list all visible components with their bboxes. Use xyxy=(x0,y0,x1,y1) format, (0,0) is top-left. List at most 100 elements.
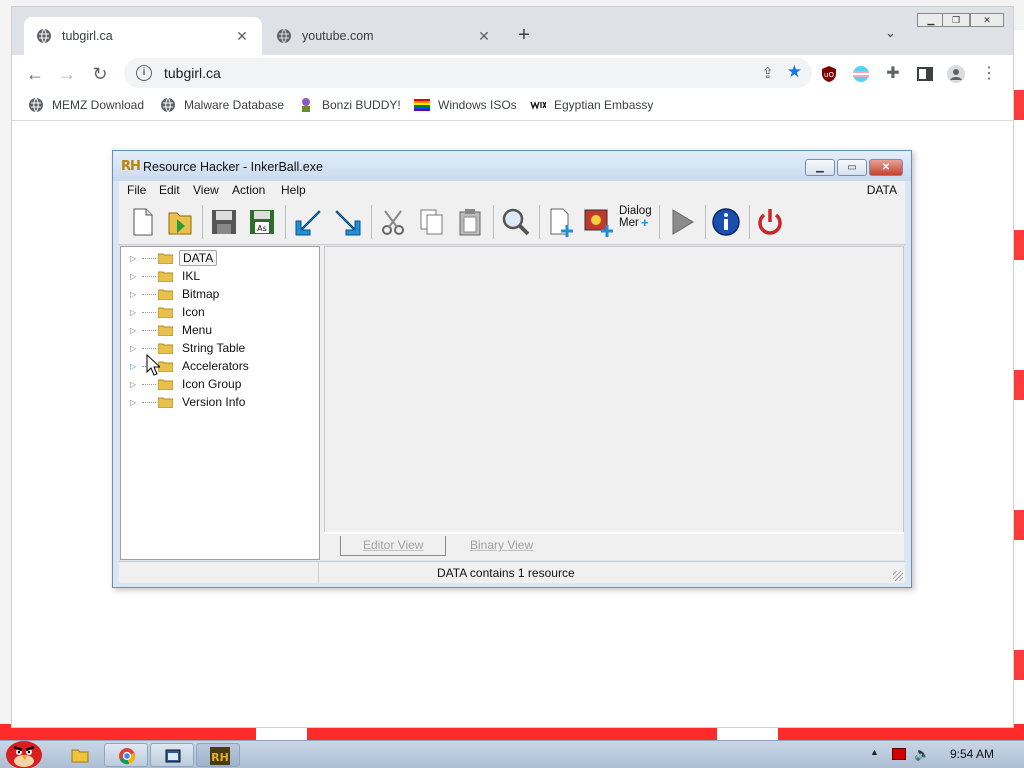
tree-node-menu[interactable]: ▷ Menu xyxy=(121,321,215,339)
new-tab-button[interactable]: + xyxy=(512,24,536,48)
bookmark-malware-database[interactable]: Malware Database xyxy=(160,97,284,113)
rh-title-bar[interactable]: RH Resource Hacker - InkerBall.exe ▁ ▭ ✕ xyxy=(113,151,911,181)
bookmark-windows-isos[interactable]: Windows ISOs xyxy=(414,97,517,113)
paste-icon[interactable] xyxy=(453,205,487,239)
extensions-puzzle-icon[interactable]: ✚ xyxy=(880,61,906,87)
reload-icon[interactable]: ↻ xyxy=(87,61,113,87)
close-window-icon[interactable]: ✕ xyxy=(970,13,1004,27)
bookmark-memz[interactable]: MEMZ Download xyxy=(28,97,144,113)
bookmark-label: Egyptian Embassy xyxy=(554,98,654,112)
resize-grip-icon[interactable] xyxy=(893,571,903,581)
open-file-icon[interactable] xyxy=(163,205,197,239)
export-arrow-icon[interactable] xyxy=(331,205,365,239)
tree-node-label: Version Info xyxy=(182,395,246,409)
save-as-icon[interactable]: As xyxy=(245,205,279,239)
tree-connector xyxy=(142,311,156,313)
add-dialog-menu-icon[interactable]: Dialog Mer + xyxy=(619,205,655,239)
expand-triangle-icon[interactable]: ▷ xyxy=(130,272,142,281)
expand-triangle-icon[interactable]: ▷ xyxy=(130,398,142,407)
expand-triangle-icon[interactable]: ▷ xyxy=(130,326,142,335)
svg-text:As: As xyxy=(257,224,267,233)
forward-icon[interactable]: → xyxy=(54,61,80,87)
tree-node-label: Icon xyxy=(182,305,205,319)
tray-flag-icon[interactable] xyxy=(892,748,906,760)
tray-volume-icon[interactable]: 🔈 xyxy=(914,746,930,762)
search-icon[interactable] xyxy=(499,205,533,239)
tree-node-icon-group[interactable]: ▷ Icon Group xyxy=(121,375,244,393)
tree-node-data[interactable]: ▷ DATA xyxy=(121,249,218,267)
folder-icon xyxy=(158,271,173,282)
tab-strip: tubgirl.ca ✕ youtube.com ✕ + ⌄ ▁ ❐ ✕ xyxy=(12,7,1013,55)
menu-file[interactable]: File xyxy=(127,183,146,197)
tree-node-string-table[interactable]: ▷ String Table xyxy=(121,339,248,357)
expand-triangle-icon[interactable]: ▷ xyxy=(130,254,142,263)
menu-edit[interactable]: Edit xyxy=(159,183,180,197)
copy-icon[interactable] xyxy=(415,205,449,239)
tree-connector xyxy=(142,347,156,349)
tree-node-ikl[interactable]: ▷ IKL xyxy=(121,267,203,285)
trans-flag-extension-icon[interactable] xyxy=(852,65,870,83)
add-image-resource-icon[interactable] xyxy=(581,205,615,239)
back-icon[interactable]: ← xyxy=(22,61,48,87)
tree-node-version-info[interactable]: ▷ Version Info xyxy=(121,393,248,411)
expand-triangle-icon[interactable]: ▷ xyxy=(130,290,142,299)
tab-binary-view[interactable]: Binary View xyxy=(448,536,555,556)
side-panel-icon[interactable] xyxy=(916,65,934,83)
dialog-tool-label: Dialog xyxy=(619,205,652,217)
profile-avatar-icon[interactable] xyxy=(947,65,965,83)
save-icon[interactable] xyxy=(207,205,241,239)
tray-show-hidden-icon[interactable]: ▲ xyxy=(870,747,879,757)
taskbar-clock[interactable]: 9:54 AM xyxy=(950,747,994,761)
start-angry-bird-icon[interactable] xyxy=(2,735,48,768)
menu-view[interactable]: View xyxy=(193,183,219,197)
ublock-icon[interactable]: uO xyxy=(820,65,838,83)
tree-node-icon[interactable]: ▷ Icon xyxy=(121,303,208,321)
taskbar-chrome[interactable] xyxy=(104,743,148,767)
menu-action[interactable]: Action xyxy=(232,183,265,197)
window-app-icon xyxy=(165,749,181,763)
share-icon[interactable]: ⇪ xyxy=(761,64,774,82)
taskbar-app[interactable] xyxy=(150,743,194,767)
expand-triangle-icon[interactable]: ▷ xyxy=(130,308,142,317)
editor-pane[interactable] xyxy=(324,246,904,532)
exit-power-icon[interactable] xyxy=(753,205,787,239)
tab-tubgirl[interactable]: tubgirl.ca ✕ xyxy=(24,17,262,55)
chrome-menu-icon[interactable]: ⋮ xyxy=(976,61,1002,87)
toolbar-separator xyxy=(493,205,494,239)
info-icon[interactable] xyxy=(709,205,743,239)
status-message: DATA contains 1 resource xyxy=(437,566,575,580)
close-tab-icon[interactable]: ✕ xyxy=(476,28,492,44)
site-info-icon[interactable]: i xyxy=(136,65,152,81)
resource-hacker-window: RH Resource Hacker - InkerBall.exe ▁ ▭ ✕… xyxy=(112,150,912,588)
tree-node-accelerators[interactable]: ▷ Accelerators xyxy=(121,357,252,375)
add-resource-icon[interactable] xyxy=(543,205,577,239)
bookmark-egyptian-embassy[interactable]: Egyptian Embassy xyxy=(530,97,653,113)
tab-editor-view[interactable]: Editor View xyxy=(340,536,447,556)
expand-triangle-icon[interactable]: ▷ xyxy=(130,380,142,389)
new-file-icon[interactable] xyxy=(125,205,159,239)
tree-connector xyxy=(142,293,156,295)
bookmark-star-icon[interactable]: ★ xyxy=(787,62,802,82)
cut-scissors-icon[interactable] xyxy=(377,205,411,239)
taskbar-explorer[interactable] xyxy=(58,743,102,767)
rh-minimize-icon[interactable]: ▁ xyxy=(805,159,835,176)
toolbar-separator xyxy=(705,205,706,239)
tree-node-bitmap[interactable]: ▷ Bitmap xyxy=(121,285,222,303)
bookmark-bonzi-buddy[interactable]: Bonzi BUDDY! xyxy=(298,97,401,113)
close-tab-icon[interactable]: ✕ xyxy=(234,28,250,44)
tab-youtube[interactable]: youtube.com ✕ xyxy=(264,17,504,55)
menu-help[interactable]: Help xyxy=(281,183,306,197)
tree-connector xyxy=(142,401,156,403)
address-bar[interactable]: i tubgirl.ca ⇪ ★ xyxy=(124,58,812,88)
minimize-icon[interactable]: ▁ xyxy=(917,13,945,27)
taskbar-resource-hacker[interactable]: RH xyxy=(196,743,240,767)
maximize-icon[interactable]: ❐ xyxy=(942,13,970,27)
taskbar: RH ▲ 🔈 9:54 AM xyxy=(0,740,1024,768)
expand-triangle-icon[interactable]: ▷ xyxy=(130,344,142,353)
expand-triangle-icon[interactable]: ▷ xyxy=(130,362,142,371)
run-script-play-icon[interactable] xyxy=(665,205,699,239)
rh-close-icon[interactable]: ✕ xyxy=(869,159,903,176)
import-arrow-icon[interactable] xyxy=(291,205,325,239)
tab-search-chevron-icon[interactable]: ⌄ xyxy=(885,25,896,41)
rh-maximize-icon[interactable]: ▭ xyxy=(837,159,867,176)
